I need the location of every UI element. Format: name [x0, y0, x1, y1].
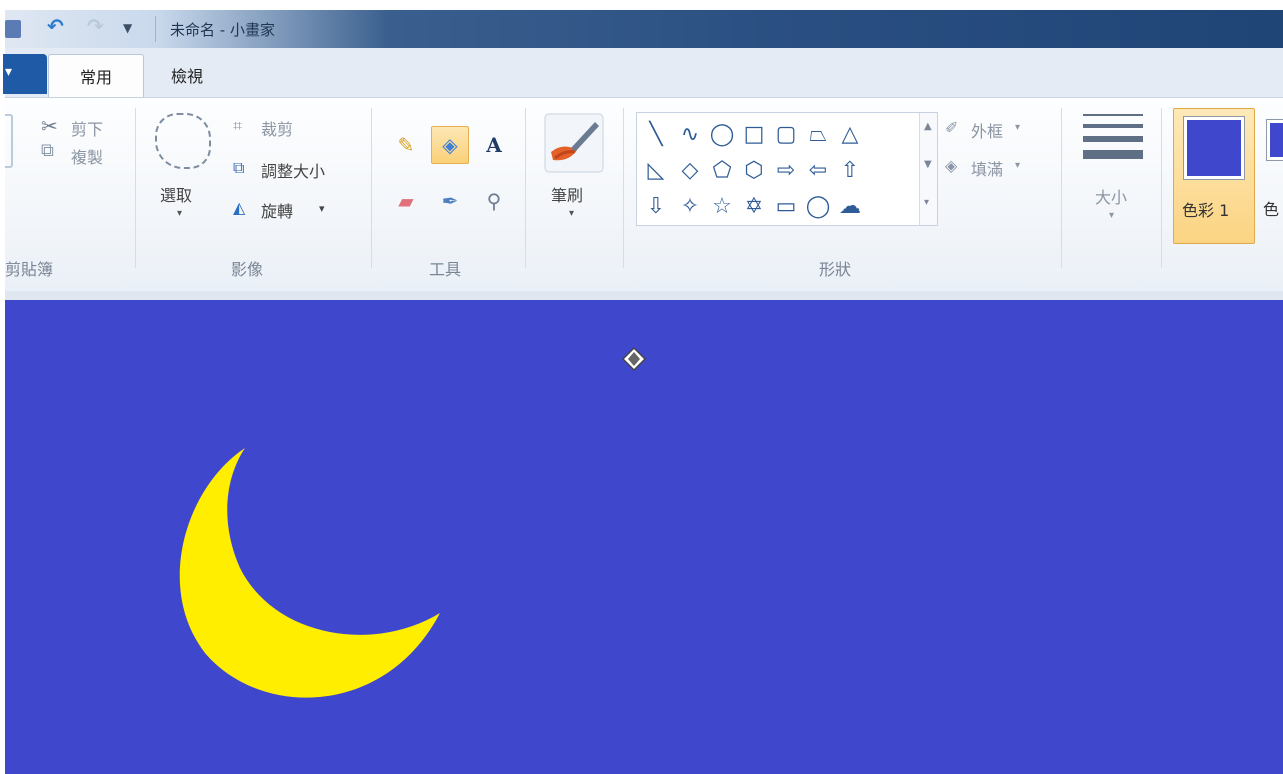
crop-icon[interactable]: ⌗	[233, 116, 242, 136]
canvas-area	[5, 291, 1283, 774]
group-separator	[135, 108, 136, 268]
cut-button[interactable]: 剪下	[71, 116, 103, 140]
chevron-down-icon: ▾	[5, 64, 13, 80]
magnifier-icon[interactable]: ⚲	[475, 182, 513, 220]
chevron-down-icon[interactable]: ▾	[1015, 122, 1020, 133]
oval-shape-icon[interactable]: ◯	[705, 117, 739, 151]
group-separator	[525, 108, 526, 268]
group-separator	[1161, 108, 1162, 268]
triangle-shape-icon[interactable]: △	[833, 117, 867, 151]
chevron-down-icon[interactable]: ▼	[123, 21, 132, 35]
copy-button[interactable]: 複製	[71, 144, 103, 168]
resize-button[interactable]: 調整大小	[261, 158, 325, 182]
four-point-star-shape-icon[interactable]: ✧	[673, 189, 707, 223]
tab-home[interactable]: 常用	[48, 54, 144, 98]
chevron-down-icon[interactable]: ▾	[1109, 210, 1114, 221]
fill-icon[interactable]: ◈	[945, 156, 957, 175]
outline-icon[interactable]: ✐	[945, 118, 958, 137]
scroll-up-icon[interactable]: ▲	[924, 121, 932, 132]
right-arrow-shape-icon[interactable]: ⇨	[769, 153, 803, 187]
hexagon-shape-icon[interactable]: ⬡	[737, 153, 771, 187]
group-label-tools: 工具	[429, 260, 462, 279]
group-label-shapes: 形狀	[819, 260, 852, 279]
fill-bucket-icon[interactable]: ◈	[431, 126, 469, 164]
paste-button[interactable]	[5, 114, 13, 168]
select-button[interactable]: 選取	[160, 182, 192, 206]
size-button[interactable]: 大小	[1095, 184, 1127, 208]
color2-swatch	[1266, 119, 1283, 161]
copy-icon[interactable]: ⧉	[41, 140, 54, 161]
rectangle-shape-icon[interactable]: □	[737, 117, 771, 151]
file-menu-button[interactable]: ▾	[3, 54, 47, 94]
color1-swatch	[1183, 116, 1245, 180]
text-tool-icon[interactable]: A	[475, 126, 513, 164]
color1-button[interactable]: 色彩 1	[1173, 108, 1255, 244]
resize-icon[interactable]: ⧉	[233, 158, 244, 178]
tab-view[interactable]: 檢視	[147, 54, 227, 98]
save-icon[interactable]	[5, 20, 21, 38]
oval-callout-shape-icon[interactable]: ◯	[801, 189, 835, 223]
separator	[155, 16, 156, 42]
polygon-shape-icon[interactable]: ⏢	[801, 117, 835, 151]
color1-label: 色彩 1	[1182, 201, 1230, 220]
brushes-button[interactable]: 筆刷	[551, 182, 583, 206]
title-bar: ↶ ↷ ▼ 未命名 - 小畫家	[5, 10, 1283, 48]
fill-bucket-cursor-icon	[621, 346, 647, 372]
pentagon-shape-icon[interactable]: ⬠	[705, 153, 739, 187]
scissors-icon[interactable]: ✂	[41, 114, 58, 138]
pencil-icon[interactable]: ✎	[387, 126, 425, 164]
group-label-image: 影像	[231, 260, 264, 279]
color2-button[interactable]: 色	[1261, 108, 1283, 244]
cloud-callout-shape-icon[interactable]: ☁	[833, 189, 867, 223]
ribbon-tab-row: ▾ 常用 檢視	[3, 48, 1283, 98]
ribbon: ✂ 剪下 ⧉ 複製 剪貼簿 選取 ▾ ⌗ 裁剪 ⧉ 調整大小 ◭ 旋轉 ▾ 影像…	[5, 97, 1283, 291]
group-label-clipboard: 剪貼簿	[5, 260, 54, 279]
six-point-star-shape-icon[interactable]: ✡	[737, 189, 771, 223]
left-arrow-shape-icon[interactable]: ⇦	[801, 153, 835, 187]
crescent-moon	[179, 448, 440, 698]
crop-button[interactable]: 裁剪	[261, 116, 293, 140]
redo-icon[interactable]: ↷	[87, 14, 104, 38]
down-arrow-shape-icon[interactable]: ⇩	[639, 189, 673, 223]
window-title: 未命名 - 小畫家	[170, 21, 275, 39]
color2-label: 色	[1263, 200, 1280, 219]
chevron-down-icon[interactable]: ▾	[177, 208, 182, 219]
rounded-rectangle-shape-icon[interactable]: ▢	[769, 117, 803, 151]
chevron-down-icon[interactable]: ▾	[319, 202, 325, 215]
gallery-expand-icon[interactable]: ▾	[924, 197, 929, 208]
up-arrow-shape-icon[interactable]: ⇧	[833, 153, 867, 187]
diamond-shape-icon[interactable]: ◇	[673, 153, 707, 187]
color-picker-icon[interactable]: ✒	[431, 182, 469, 220]
right-triangle-shape-icon[interactable]: ◺	[639, 153, 673, 187]
rotate-button[interactable]: 旋轉	[261, 198, 293, 222]
five-point-star-shape-icon[interactable]: ☆	[705, 189, 739, 223]
chevron-down-icon[interactable]: ▾	[1015, 160, 1020, 171]
group-separator	[623, 108, 624, 268]
undo-icon[interactable]: ↶	[47, 14, 64, 38]
scroll-down-icon[interactable]: ▼	[924, 159, 932, 170]
line-shape-icon[interactable]: ╲	[639, 117, 673, 151]
drawing-canvas[interactable]	[5, 300, 1283, 774]
brush-icon[interactable]	[543, 112, 605, 174]
free-form-select-icon[interactable]	[155, 113, 211, 169]
rounded-callout-shape-icon[interactable]: ▭	[769, 189, 803, 223]
gallery-scrollbar[interactable]: ▲ ▼ ▾	[919, 113, 937, 225]
curve-shape-icon[interactable]: ∿	[673, 117, 707, 151]
group-separator	[371, 108, 372, 268]
fill-button[interactable]: 填滿	[971, 156, 1003, 180]
shapes-gallery: ╲ ∿ ◯ □ ▢ ⏢ △ ◺ ◇ ⬠ ⬡ ⇨ ⇦ ⇧ ⇩ ✧ ☆ ✡ ▭ ◯ …	[636, 112, 938, 226]
rotate-icon[interactable]: ◭	[233, 198, 245, 217]
outline-button[interactable]: 外框	[971, 118, 1003, 142]
chevron-down-icon[interactable]: ▾	[569, 208, 574, 219]
eraser-icon[interactable]: ▰	[387, 182, 425, 220]
group-separator	[1061, 108, 1062, 268]
tools-panel: ✎ ◈ A ▰ ✒ ⚲	[385, 116, 517, 228]
